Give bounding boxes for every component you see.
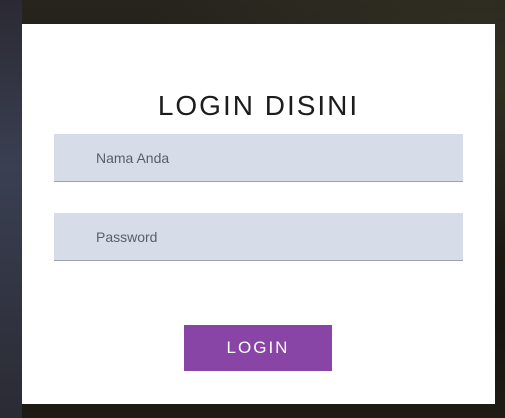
login-title: LOGIN DISINI bbox=[157, 90, 360, 121]
login-button[interactable]: LOGIN bbox=[184, 325, 332, 371]
password-input[interactable] bbox=[54, 213, 463, 261]
login-card: LOGIN DISINI LOGIN bbox=[22, 24, 495, 404]
name-input[interactable] bbox=[54, 134, 463, 182]
background-edge bbox=[0, 0, 22, 418]
